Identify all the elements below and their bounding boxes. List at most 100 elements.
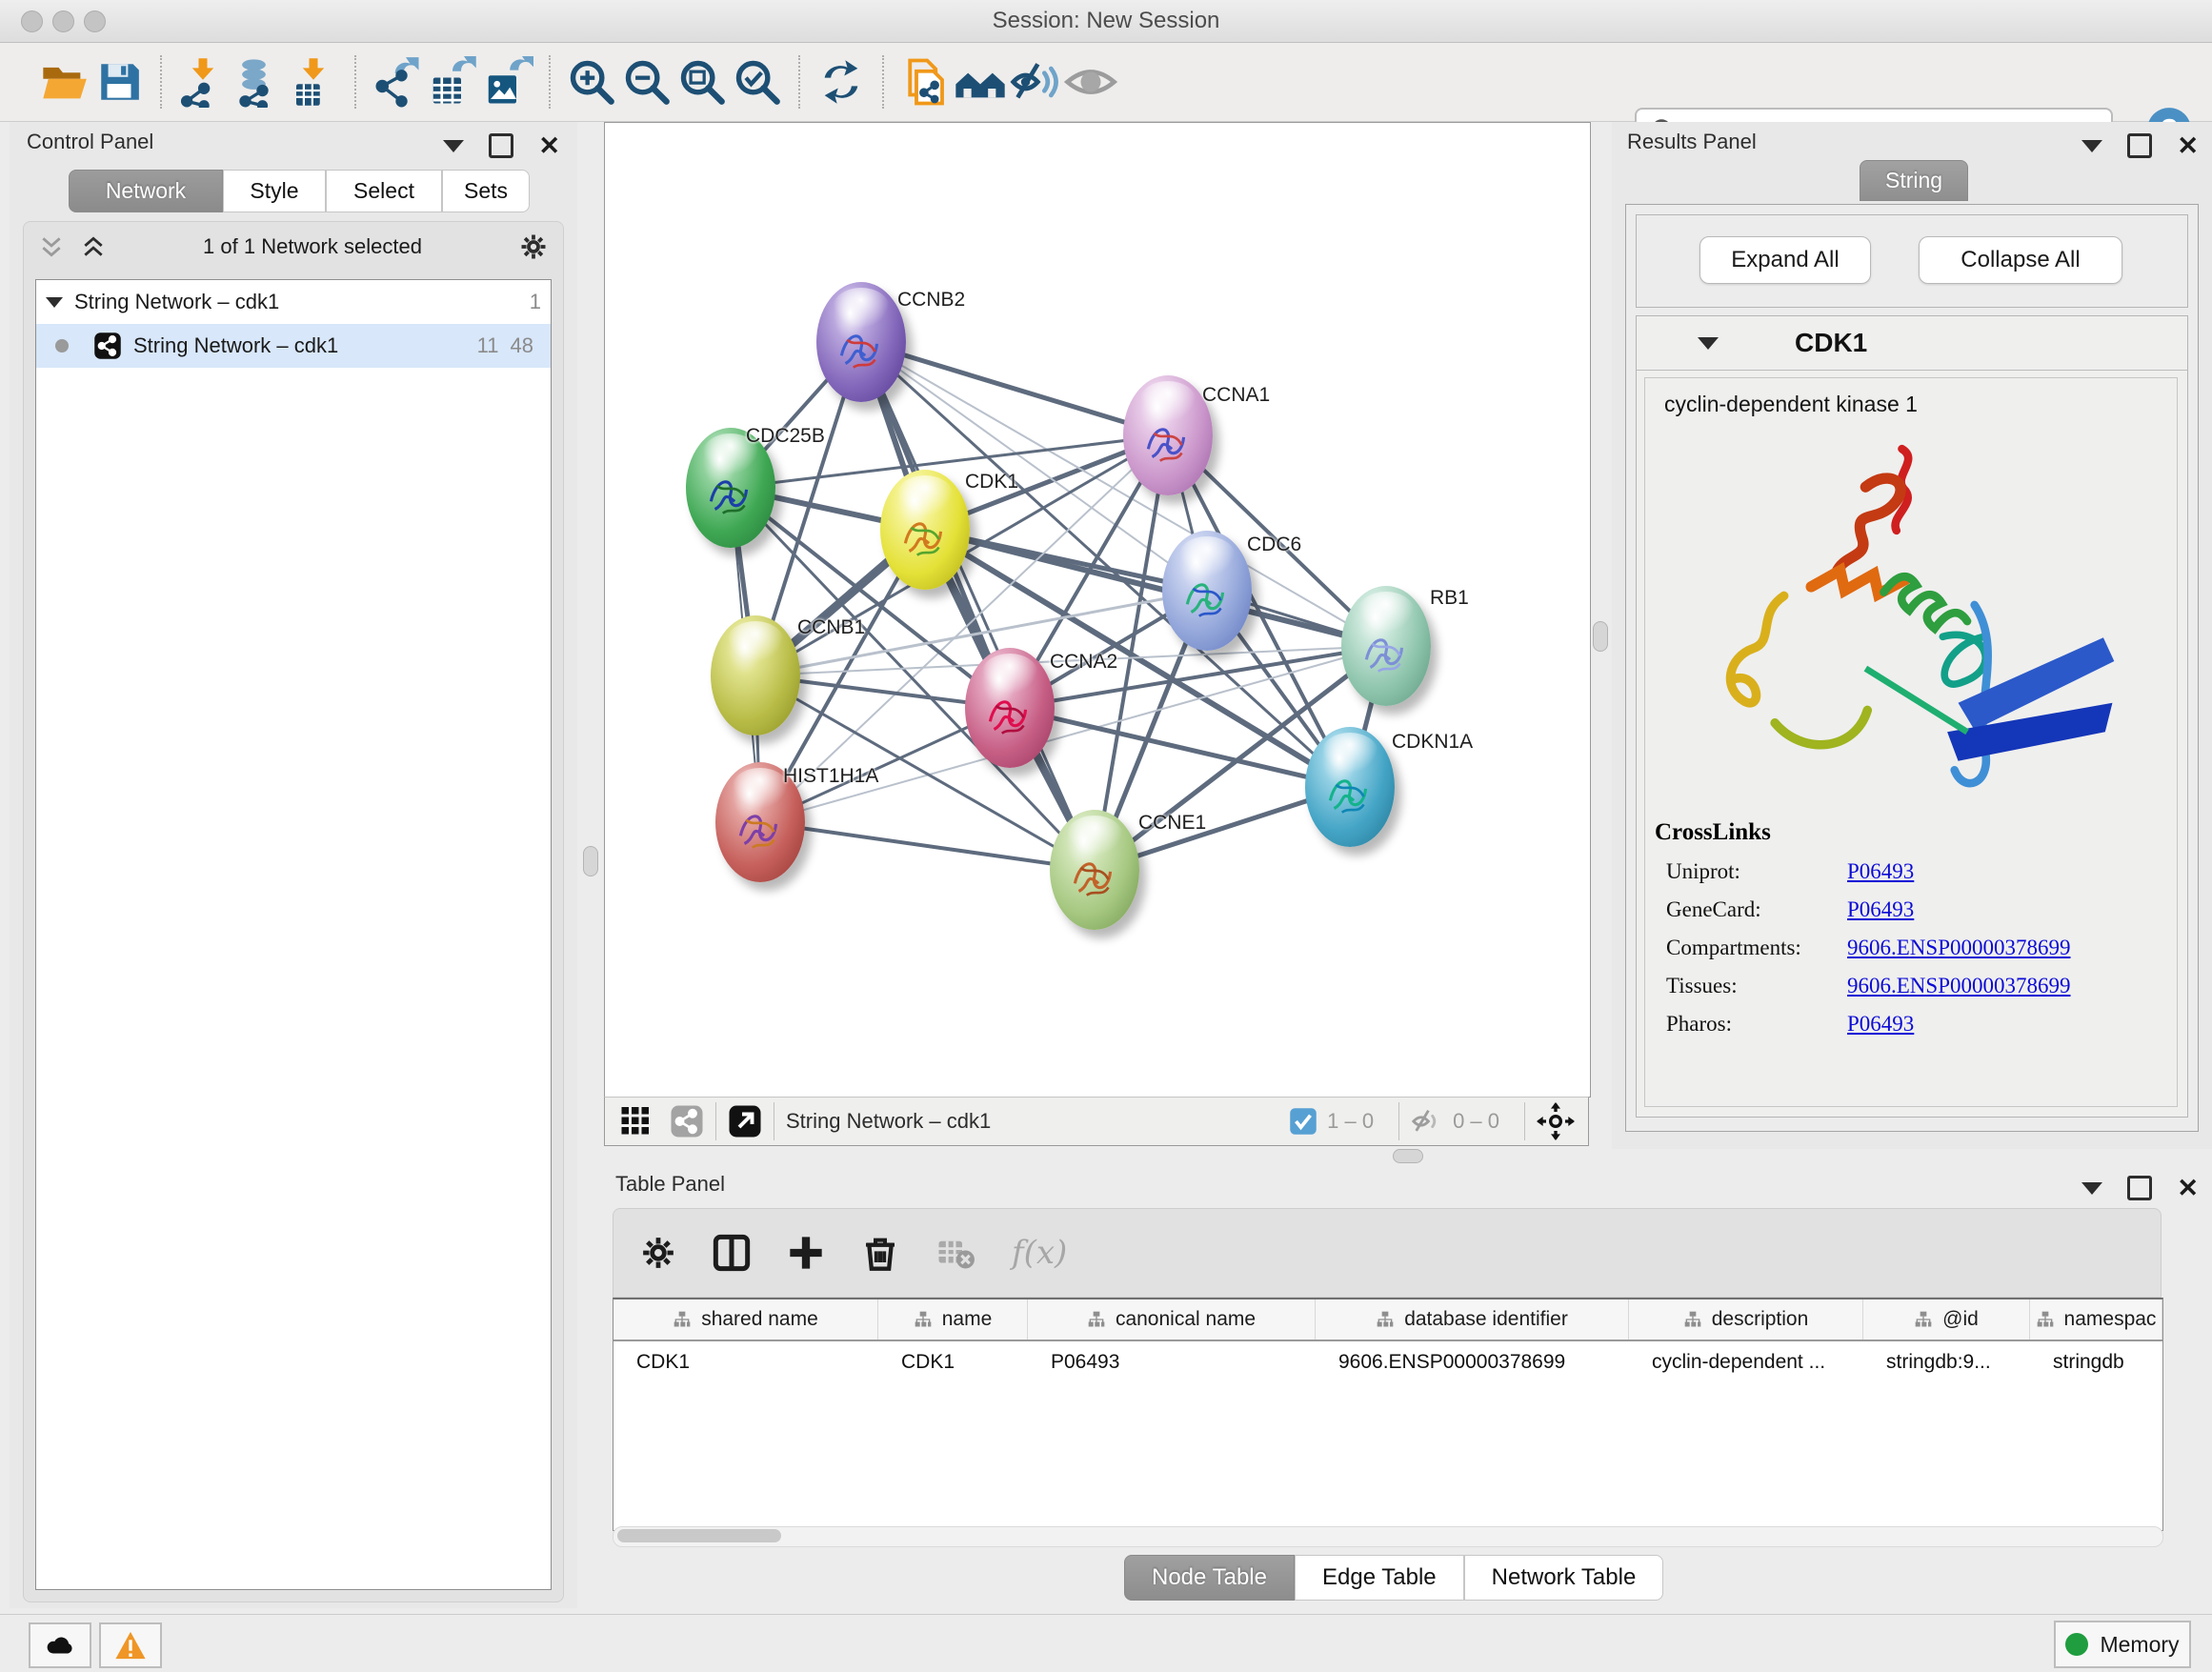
- network-node-CCNE1[interactable]: [1050, 810, 1139, 930]
- table-panel-close-icon[interactable]: ✕: [2177, 1178, 2199, 1198]
- warnings-button[interactable]: [99, 1622, 162, 1668]
- network-collection-row[interactable]: String Network – cdk1 1: [36, 280, 551, 324]
- horizontal-scrollbar-thumb[interactable]: [617, 1529, 781, 1542]
- column-header-shared-name[interactable]: shared name: [613, 1299, 878, 1340]
- crosslink-label: Pharos:: [1645, 1012, 1847, 1037]
- pan-mode-icon[interactable]: [1537, 1102, 1575, 1140]
- tab-string[interactable]: String: [1860, 160, 1968, 201]
- import-network-database-icon[interactable]: [231, 54, 286, 110]
- crosslink-value-link[interactable]: 9606.ENSP00000378699: [1847, 936, 2071, 960]
- gene-section-collapse-icon[interactable]: [1698, 337, 1719, 350]
- control-panel-float-icon[interactable]: [489, 133, 513, 158]
- column-header-description[interactable]: description: [1629, 1299, 1863, 1340]
- crosslink-value-link[interactable]: 9606.ENSP00000378699: [1847, 974, 2071, 998]
- table-cell[interactable]: stringdb: [2030, 1341, 2162, 1383]
- collapse-all-icon[interactable]: [39, 234, 64, 259]
- network-edge-CDK1-RB1[interactable]: [925, 530, 1386, 646]
- network-node-RB1[interactable]: [1341, 586, 1431, 706]
- tab-style[interactable]: Style: [223, 170, 326, 212]
- column-header-canonical-name[interactable]: canonical name: [1028, 1299, 1316, 1340]
- table-panel-title: Table Panel: [615, 1172, 725, 1196]
- export-network-icon[interactable]: [370, 54, 425, 110]
- network-node-CCNB1[interactable]: [711, 615, 800, 735]
- column-header-name[interactable]: name: [878, 1299, 1028, 1340]
- refresh-view-icon[interactable]: [814, 54, 869, 110]
- results-panel-menu-icon[interactable]: [2081, 140, 2102, 152]
- bottom-splitter-handle[interactable]: [1393, 1149, 1423, 1163]
- export-image-icon[interactable]: [480, 54, 535, 110]
- memory-button[interactable]: Memory: [2054, 1621, 2191, 1668]
- export-table-icon[interactable]: [425, 54, 480, 110]
- tab-network-table[interactable]: Network Table: [1464, 1555, 1664, 1601]
- results-panel-float-icon[interactable]: [2127, 133, 2152, 158]
- zoom-out-icon[interactable]: [619, 54, 674, 110]
- save-session-icon[interactable]: [91, 54, 147, 110]
- show-columns-icon[interactable]: [713, 1234, 751, 1272]
- node-label-HIST1H1A: HIST1H1A: [783, 765, 878, 788]
- results-panel-close-icon[interactable]: ✕: [2177, 136, 2199, 155]
- import-table-file-icon[interactable]: [286, 54, 341, 110]
- column-header-namespac[interactable]: namespac: [2030, 1299, 2162, 1340]
- attribute-icon: [1376, 1310, 1395, 1329]
- network-canvas[interactable]: CCNB2CCNA1CDC25BCDK1CDC6RB1CCNB1CCNA2CDK…: [604, 122, 1591, 1098]
- network-node-CCNA1[interactable]: [1123, 375, 1213, 495]
- hide-graphics-details-icon[interactable]: [1008, 54, 1063, 110]
- control-panel-menu-icon[interactable]: [443, 140, 464, 152]
- network-view-icon[interactable]: [670, 1104, 704, 1138]
- control-panel-close-icon[interactable]: ✕: [538, 136, 560, 155]
- network-edge-CCNB2-CCNE1[interactable]: [861, 342, 1095, 870]
- network-edge-CCNB2-CCNA1[interactable]: [861, 342, 1168, 435]
- tab-select[interactable]: Select: [326, 170, 442, 212]
- crosslink-value-link[interactable]: P06493: [1847, 897, 1914, 922]
- collapse-all-button[interactable]: Collapse All: [1919, 236, 2122, 284]
- network-options-gear-icon[interactable]: [519, 232, 548, 261]
- tab-edge-table[interactable]: Edge Table: [1295, 1555, 1464, 1601]
- left-splitter-handle[interactable]: [583, 846, 598, 876]
- crosslink-value-link[interactable]: P06493: [1847, 1012, 1914, 1037]
- tab-sets[interactable]: Sets: [442, 170, 530, 212]
- table-cell[interactable]: stringdb:9...: [1863, 1341, 2030, 1383]
- network-edge-HIST1H1A-CCNE1[interactable]: [760, 822, 1095, 870]
- table-cell[interactable]: CDK1: [613, 1341, 878, 1383]
- table-cell[interactable]: 9606.ENSP00000378699: [1316, 1341, 1629, 1383]
- network-node-CDKN1A[interactable]: [1305, 727, 1395, 847]
- network-node-CDK1[interactable]: [880, 470, 970, 590]
- tab-node-table[interactable]: Node Table: [1124, 1555, 1295, 1601]
- zoom-in-icon[interactable]: [564, 54, 619, 110]
- network-node-CDC6[interactable]: [1162, 531, 1252, 651]
- network-row-selected[interactable]: String Network – cdk1 11 48: [36, 324, 551, 368]
- column-header--id[interactable]: @id: [1863, 1299, 2030, 1340]
- table-options-gear-icon[interactable]: [640, 1235, 676, 1271]
- network-node-CCNA2[interactable]: [965, 648, 1055, 768]
- network-node-CCNB2[interactable]: [816, 282, 906, 402]
- zoom-selected-icon[interactable]: [730, 54, 785, 110]
- collection-expand-icon[interactable]: [46, 297, 63, 308]
- table-panel-float-icon[interactable]: [2127, 1176, 2152, 1200]
- table-panel-menu-icon[interactable]: [2081, 1182, 2102, 1195]
- table-cell[interactable]: CDK1: [878, 1341, 1028, 1383]
- create-column-plus-icon[interactable]: [787, 1234, 825, 1272]
- selected-checkbox-icon[interactable]: [1289, 1107, 1317, 1136]
- horizontal-scrollbar[interactable]: [613, 1526, 2163, 1547]
- delete-column-trash-icon[interactable]: [861, 1234, 899, 1272]
- import-network-file-icon[interactable]: [175, 54, 231, 110]
- protein-structure-thumbnail: [1177, 564, 1237, 629]
- expand-all-icon[interactable]: [81, 234, 106, 259]
- crosslink-value-link[interactable]: P06493: [1847, 859, 1914, 884]
- cloud-status-button[interactable]: [29, 1622, 91, 1668]
- column-header-database-identifier[interactable]: database identifier: [1316, 1299, 1629, 1340]
- tab-network[interactable]: Network: [69, 170, 223, 212]
- grid-view-icon[interactable]: [620, 1104, 654, 1138]
- crosslink-label: Compartments:: [1645, 936, 1847, 960]
- table-cell[interactable]: P06493: [1028, 1341, 1316, 1383]
- expand-all-button[interactable]: Expand All: [1699, 236, 1871, 284]
- clone-network-icon[interactable]: [897, 54, 953, 110]
- right-splitter-handle[interactable]: [1593, 621, 1608, 652]
- detach-view-icon[interactable]: [728, 1104, 762, 1138]
- table-cell[interactable]: cyclin-dependent ...: [1629, 1341, 1863, 1383]
- open-session-icon[interactable]: [36, 54, 91, 110]
- first-neighbors-icon[interactable]: [953, 54, 1008, 110]
- table-row[interactable]: CDK1CDK1P064939606.ENSP00000378699cyclin…: [613, 1341, 2162, 1383]
- zoom-fit-icon[interactable]: [674, 54, 730, 110]
- show-graphics-details-icon[interactable]: [1063, 54, 1118, 110]
